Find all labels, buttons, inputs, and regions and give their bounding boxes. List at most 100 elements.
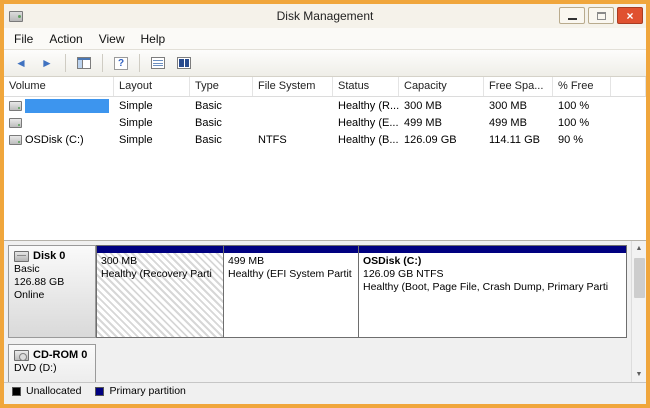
close-icon: × <box>626 9 633 23</box>
vertical-scrollbar[interactable]: ▲ ▼ <box>631 241 646 382</box>
volume-type: Basic <box>190 134 253 146</box>
column-header-pct-free[interactable]: % Free <box>553 77 611 96</box>
legend-primary-partition: Primary partition <box>95 385 185 397</box>
volume-type: Basic <box>190 117 253 129</box>
titlebar: Disk Management × <box>4 4 646 28</box>
help-icon: ? <box>114 57 128 70</box>
back-button[interactable]: ◄ <box>10 53 32 74</box>
volume-type: Basic <box>190 100 253 112</box>
scrollbar-thumb[interactable] <box>634 258 645 298</box>
disk-0-partitions: 300 MB Healthy (Recovery Parti 499 MB He… <box>96 245 627 338</box>
column-header-layout[interactable]: Layout <box>114 77 190 96</box>
primary-partition-swatch <box>95 387 104 396</box>
volume-layout: Simple <box>114 117 190 129</box>
forward-icon: ► <box>41 57 53 69</box>
toolbar-separator <box>65 54 66 72</box>
minimize-button[interactable] <box>559 7 585 24</box>
volume-icon <box>9 135 22 145</box>
column-header-type[interactable]: Type <box>190 77 253 96</box>
cdrom-icon <box>14 350 29 361</box>
volume-row[interactable]: Simple Basic Healthy (R... 300 MB 300 MB… <box>4 97 646 114</box>
volume-free-space: 114.11 GB <box>484 134 553 146</box>
disk-status: Online <box>14 289 90 302</box>
maximize-icon <box>597 12 606 20</box>
disk-size: 126.88 GB <box>14 276 90 289</box>
window-title: Disk Management <box>4 9 646 23</box>
partition-recovery[interactable]: 300 MB Healthy (Recovery Parti <box>96 245 224 338</box>
disk-icon <box>14 251 29 262</box>
show-console-tree-button[interactable] <box>73 53 95 74</box>
partition-size: 300 MB <box>101 255 219 268</box>
volume-pct-free: 100 % <box>553 100 611 112</box>
help-button[interactable]: ? <box>110 53 132 74</box>
column-header-capacity[interactable]: Capacity <box>399 77 484 96</box>
disk-0-header[interactable]: Disk 0 Basic 126.88 GB Online <box>8 245 96 338</box>
partition-color-band <box>359 246 626 253</box>
disk-0-block: Disk 0 Basic 126.88 GB Online 300 MB Hea… <box>8 245 627 338</box>
partition-status: Healthy (Boot, Page File, Crash Dump, Pr… <box>363 281 622 294</box>
column-header-volume[interactable]: Volume <box>4 77 114 96</box>
column-header-file-system[interactable]: File System <box>253 77 333 96</box>
volume-name: OSDisk (C:) <box>25 134 84 146</box>
disk-type: Basic <box>14 263 90 276</box>
cdrom-0-block: CD-ROM 0 DVD (D:) <box>8 344 627 382</box>
scroll-up-icon[interactable]: ▲ <box>632 241 646 256</box>
disk-management-window: Disk Management × File Action View Help … <box>0 0 650 408</box>
volume-status: Healthy (B... <box>333 134 399 146</box>
graphical-view-icon <box>177 57 191 69</box>
partition-title: OSDisk (C:) <box>363 255 622 268</box>
volume-pct-free: 90 % <box>553 134 611 146</box>
volume-free-space: 499 MB <box>484 117 553 129</box>
legend-label: Unallocated <box>26 385 81 397</box>
cdrom-type: DVD (D:) <box>14 362 90 375</box>
partition-color-band <box>224 246 358 253</box>
partition-size: 126.09 GB NTFS <box>363 268 622 281</box>
partition-status: Healthy (Recovery Parti <box>101 268 219 281</box>
toolbar-separator <box>139 54 140 72</box>
volume-list-pane: Volume Layout Type File System Status Ca… <box>4 77 646 241</box>
volume-icon <box>9 118 22 128</box>
back-icon: ◄ <box>15 57 27 69</box>
column-header-status[interactable]: Status <box>333 77 399 96</box>
disk-name: Disk 0 <box>33 250 65 263</box>
menu-item-file[interactable]: File <box>6 29 41 49</box>
graphical-view-pane: Disk 0 Basic 126.88 GB Online 300 MB Hea… <box>4 241 646 382</box>
disk-list-view-button[interactable] <box>147 53 169 74</box>
volume-file-system: NTFS <box>253 134 333 146</box>
partition-osdisk-c[interactable]: OSDisk (C:) 126.09 GB NTFS Healthy (Boot… <box>358 245 627 338</box>
volume-layout: Simple <box>114 134 190 146</box>
unallocated-swatch <box>12 387 21 396</box>
volume-capacity: 300 MB <box>399 100 484 112</box>
toolbar-separator <box>102 54 103 72</box>
partition-size: 499 MB <box>228 255 354 268</box>
volume-pct-free: 100 % <box>553 117 611 129</box>
console-tree-icon <box>77 57 91 69</box>
column-header-filler <box>611 77 646 96</box>
scroll-down-icon[interactable]: ▼ <box>632 367 646 382</box>
menu-item-help[interactable]: Help <box>133 29 174 49</box>
forward-button[interactable]: ► <box>36 53 58 74</box>
volume-status: Healthy (R... <box>333 100 399 112</box>
menu-item-action[interactable]: Action <box>41 29 90 49</box>
partition-color-band <box>97 246 223 253</box>
volume-row[interactable]: OSDisk (C:) Simple Basic NTFS Healthy (B… <box>4 131 646 148</box>
volume-row[interactable]: Simple Basic Healthy (E... 499 MB 499 MB… <box>4 114 646 131</box>
volume-free-space: 300 MB <box>484 100 553 112</box>
cdrom-0-header[interactable]: CD-ROM 0 DVD (D:) <box>8 344 96 382</box>
maximize-button[interactable] <box>588 7 614 24</box>
cdrom-name: CD-ROM 0 <box>33 349 87 362</box>
toolbar: ◄ ► ? <box>4 50 646 77</box>
menu-item-view[interactable]: View <box>91 29 133 49</box>
volume-icon <box>9 101 22 111</box>
legend-unallocated: Unallocated <box>12 385 81 397</box>
legend-bar: Unallocated Primary partition <box>4 382 646 399</box>
selection-highlight <box>25 99 109 113</box>
graphical-view-button[interactable] <box>173 53 195 74</box>
volume-layout: Simple <box>114 100 190 112</box>
legend-label: Primary partition <box>109 385 185 397</box>
close-button[interactable]: × <box>617 7 643 24</box>
disk-list-icon <box>151 57 165 69</box>
volume-list-header: Volume Layout Type File System Status Ca… <box>4 77 646 97</box>
column-header-free-space[interactable]: Free Spa... <box>484 77 553 96</box>
partition-efi-system[interactable]: 499 MB Healthy (EFI System Partit <box>223 245 359 338</box>
